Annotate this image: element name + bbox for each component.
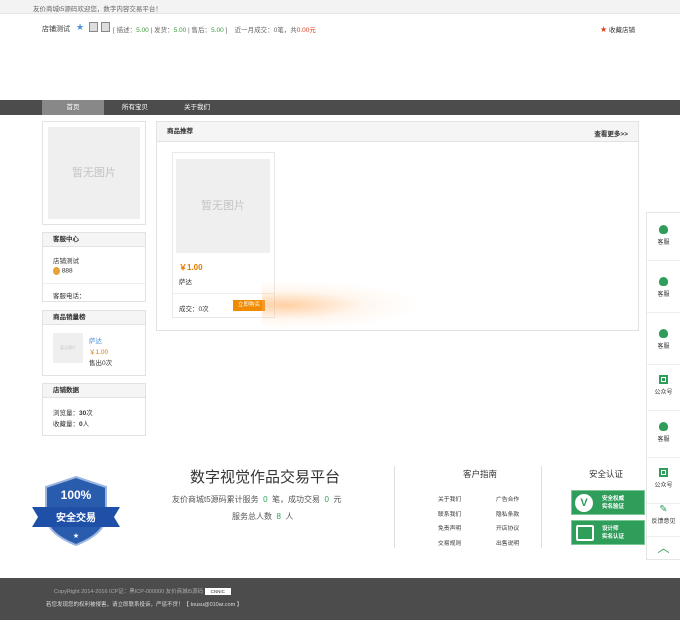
link-trade-rules[interactable]: 交易规则: [438, 538, 461, 547]
panel-title: 商品销量榜: [43, 311, 145, 325]
platform-stats-2: 服务总人数 8 人: [232, 512, 294, 521]
product-price: ￥1.00: [179, 263, 203, 272]
cert-text: 安全权威 实名验证: [602, 496, 625, 510]
back-to-top-chevron-up-icon[interactable]: ︿: [647, 537, 680, 561]
qq-icon: [659, 277, 668, 286]
real-name-cert-badge[interactable]: V 安全权威 实名验证: [571, 490, 645, 515]
link-ad-cooperation[interactable]: 广告合作: [496, 494, 519, 503]
verified-badge-icon: [101, 22, 110, 32]
cert-text: 设计师 实名认证: [602, 526, 625, 540]
hover-glow-decoration: [262, 280, 422, 330]
shop-name[interactable]: 店铺测试: [42, 24, 70, 34]
favorites-stat: 收藏量：0人: [53, 421, 90, 428]
float-official-account[interactable]: 公众号: [647, 363, 680, 411]
qq-icon: [659, 422, 668, 431]
service-shop-name: 店铺测试: [53, 258, 79, 265]
qr-code-icon: [659, 375, 668, 384]
safe-trade-badge: 100% 安全交易 ★: [30, 475, 122, 547]
designer-cert-badge[interactable]: 设计师 实名认证: [571, 520, 645, 545]
view-more-link[interactable]: 查看更多>>: [594, 128, 628, 138]
id-card-icon: [576, 525, 594, 541]
link-disclaimer[interactable]: 免责声明: [438, 523, 461, 532]
cnnic-badge: CNNIC: [204, 588, 231, 596]
product-card[interactable]: 暂无图片 ￥1.00 萨达 成交：0次 立即购买: [172, 152, 275, 318]
float-customer-service[interactable]: 客服: [647, 410, 680, 458]
security-title: 安全认证: [589, 469, 624, 479]
link-shop-agreement[interactable]: 开店协议: [496, 523, 519, 532]
buy-now-button[interactable]: 立即购买: [233, 300, 265, 311]
float-official-account[interactable]: 公众号: [647, 456, 680, 504]
link-contact-us[interactable]: 联系我们: [438, 509, 461, 518]
float-customer-service[interactable]: 客服: [647, 213, 680, 261]
badge-text: 安全交易: [56, 511, 96, 524]
right-float-bar: 客服 客服 客服 公众号 客服 公众号 ✎ 反馈意见 ︿: [646, 212, 680, 560]
favorite-shop-button[interactable]: ★ 收藏店铺: [600, 24, 635, 34]
top-notice-bar: 友价商城t5源码欢迎您，数字内容交易平台！: [0, 0, 680, 14]
float-customer-service[interactable]: 客服: [647, 265, 680, 313]
ranking-item-price: ￥1.00: [89, 349, 109, 356]
svg-text:★: ★: [73, 532, 79, 540]
edit-icon: ✎: [659, 504, 668, 515]
welcome-notice: 友价商城t5源码欢迎您，数字内容交易平台！: [33, 6, 162, 13]
float-customer-service[interactable]: 客服: [647, 317, 680, 365]
qq-penguin-icon: [53, 267, 60, 275]
tab-all-items[interactable]: 所有宝贝: [107, 100, 163, 115]
qq-icon: [659, 329, 668, 338]
link-privacy[interactable]: 隐私条款: [496, 509, 519, 518]
complaint-notice[interactable]: 若您发现您的权利被侵害，请立即联系投诉，严惩不贷！【 tousu@010ar.c…: [46, 600, 242, 608]
qq-contact[interactable]: 888: [53, 267, 73, 275]
shop-logo-box: 暂无图片: [42, 121, 146, 225]
footer-divider: [541, 466, 542, 548]
link-sale-guide[interactable]: 出售说明: [496, 538, 519, 547]
shop-level-star-icon: ★: [76, 22, 85, 32]
ranking-item-sold: 售出0次: [89, 360, 113, 367]
customer-service-panel: 客服中心 店铺测试 888 客服电话：: [42, 232, 146, 302]
v-check-icon: V: [575, 494, 593, 512]
shop-nav: 首页 所有宝贝 关于我们: [0, 100, 680, 115]
shop-stats-panel: 店铺数据 浏览量：30次 收藏量：0人: [42, 383, 146, 436]
panel-title: 客服中心: [43, 233, 145, 247]
product-deals: 成交：0次: [179, 306, 209, 313]
guide-title: 客户指南: [463, 469, 498, 479]
product-name[interactable]: 萨达: [179, 276, 192, 286]
link-about-us[interactable]: 关于我们: [438, 494, 461, 503]
ranking-item-name[interactable]: 萨达: [89, 335, 102, 345]
site-footer: CopyRight 2014-2016 ICP证：黑ICP-000000 友价商…: [0, 578, 680, 620]
qq-icon: [659, 225, 668, 234]
star-icon: ★: [600, 25, 608, 34]
platform-stats-1: 友价商城t5源码累计服务 0 笔，成功交易 0 元: [172, 495, 342, 504]
platform-title: 数字视觉作品交易平台: [190, 469, 341, 486]
section-title: 商品推荐: [157, 122, 638, 142]
footer-divider: [394, 466, 395, 548]
tab-about-us[interactable]: 关于我们: [168, 100, 226, 115]
views-stat: 浏览量：30次: [53, 410, 93, 417]
deposit-badge-icon: [89, 22, 98, 32]
sales-ranking-panel: 商品销量榜 暂无图片 萨达 ￥1.00 售出0次: [42, 310, 146, 376]
shop-logo-placeholder: 暂无图片: [48, 127, 140, 219]
tab-home[interactable]: 首页: [42, 100, 104, 115]
product-image-placeholder[interactable]: 暂无图片: [176, 159, 270, 253]
ranking-thumb[interactable]: 暂无图片: [53, 333, 83, 363]
service-phone-label: 客服电话：: [53, 293, 86, 300]
float-feedback[interactable]: ✎ 反馈意见: [647, 501, 680, 537]
badge-percent: 100%: [61, 488, 92, 502]
shop-ratings: [ 描述：5.00 | 发货：5.00 | 售后：5.00 ] 近一月成交：0笔…: [113, 27, 316, 34]
qr-code-icon: [659, 468, 668, 477]
copyright: CopyRight 2014-2016 ICP证：黑ICP-000000 友价商…: [54, 587, 231, 596]
panel-title: 店铺数据: [43, 384, 145, 398]
